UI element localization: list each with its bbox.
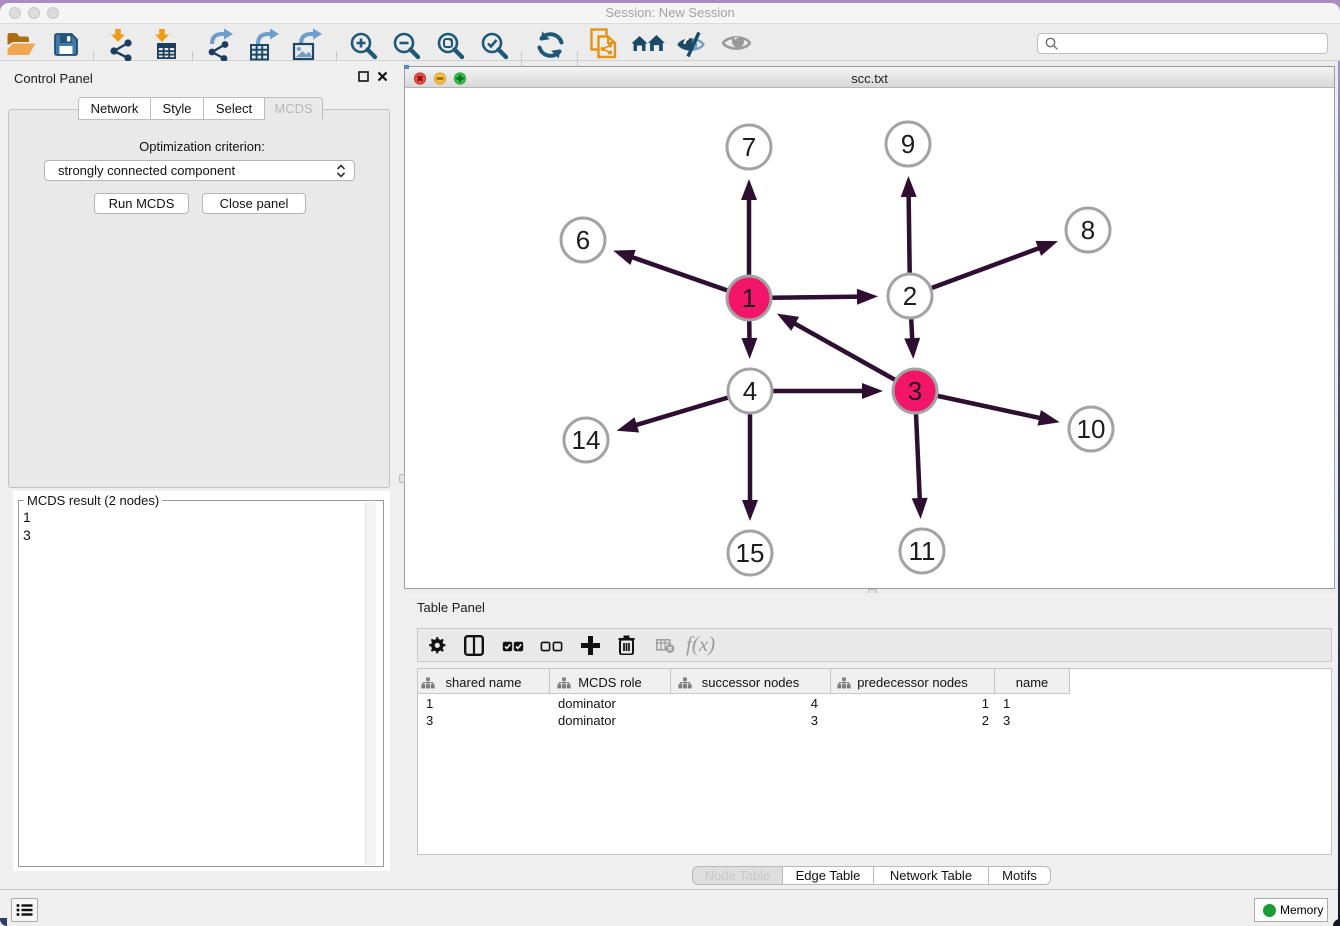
svg-text:11: 11 (909, 536, 936, 566)
svg-text:15: 15 (736, 538, 765, 568)
svg-text:9: 9 (901, 129, 915, 159)
svg-text:14: 14 (572, 425, 601, 455)
svg-text:6: 6 (576, 225, 590, 255)
svg-text:3: 3 (908, 376, 922, 406)
svg-text:4: 4 (743, 376, 757, 406)
svg-text:10: 10 (1077, 414, 1106, 444)
svg-text:2: 2 (903, 281, 917, 311)
svg-text:7: 7 (742, 132, 756, 162)
svg-text:1: 1 (742, 283, 756, 313)
svg-text:8: 8 (1081, 215, 1095, 245)
